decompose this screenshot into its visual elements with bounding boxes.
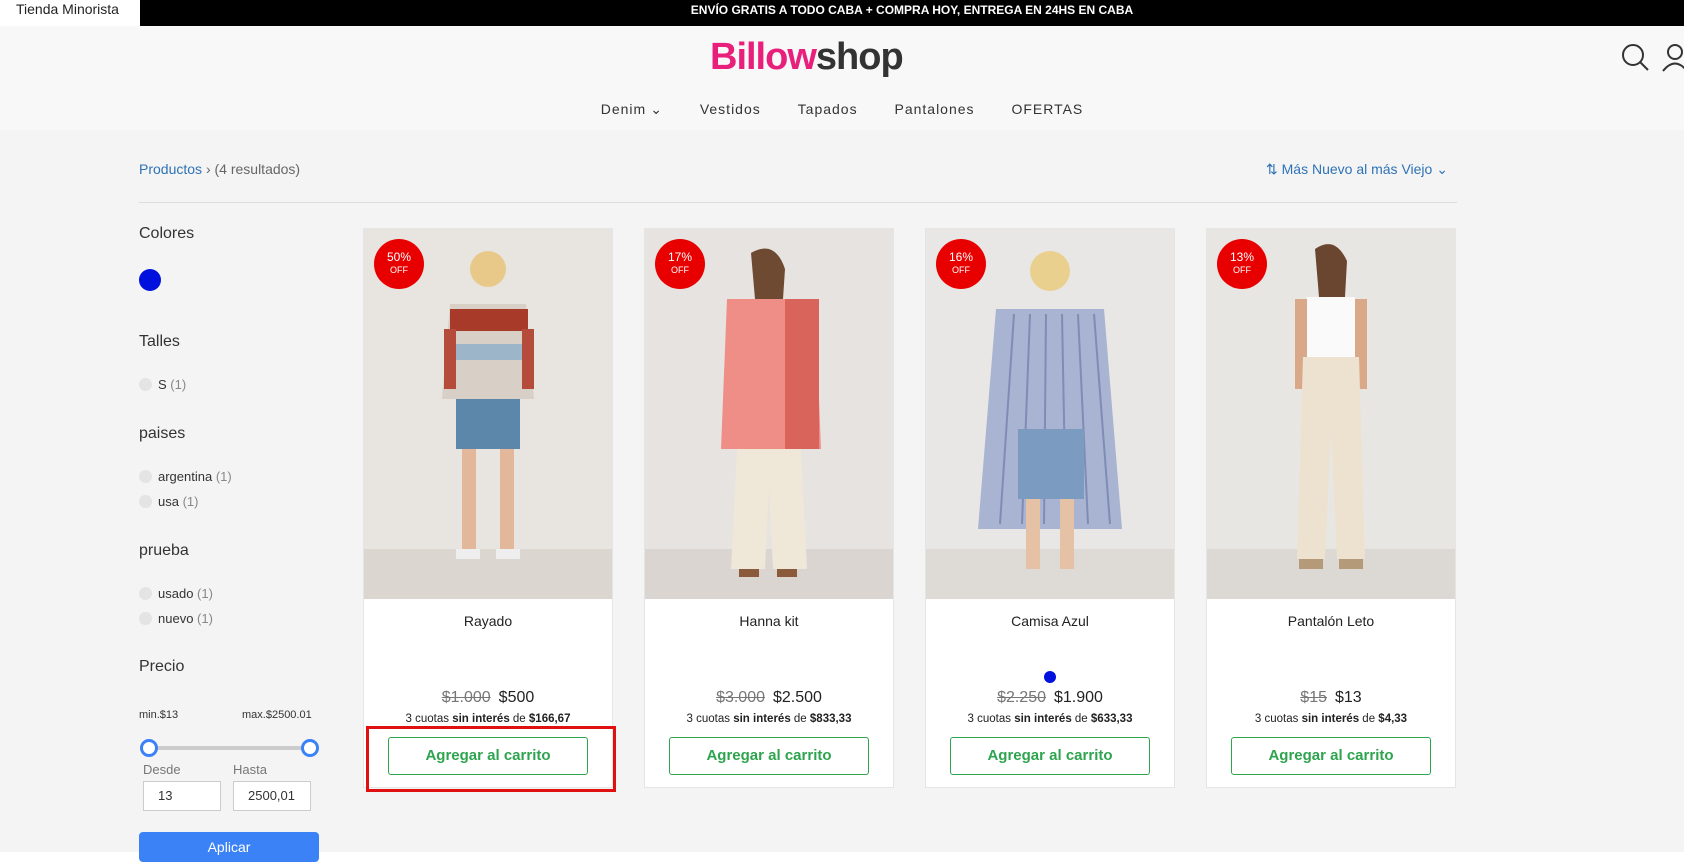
- price-slider-max-handle[interactable]: [301, 739, 319, 757]
- installments: 3 cuotas sin interés de $4,33: [1254, 713, 1408, 725]
- nav-tapados[interactable]: Tapados: [798, 101, 858, 117]
- nav-pantalones[interactable]: Pantalones: [894, 101, 974, 117]
- price: $2.500: [773, 689, 822, 706]
- installments: 3 cuotas sin interés de $633,33: [967, 713, 1133, 725]
- hasta-label: Hasta: [233, 762, 267, 777]
- price: $1.900: [1054, 689, 1103, 706]
- filter-option-usa[interactable]: usa (1): [139, 494, 198, 509]
- nav-vestidos[interactable]: Vestidos: [700, 101, 761, 117]
- installments: 3 cuotas sin interés de $833,33: [686, 713, 852, 725]
- chevron-down-icon: ⌄: [650, 101, 663, 117]
- product-name[interactable]: Rayado: [364, 613, 612, 629]
- price-slider-track[interactable]: [147, 746, 309, 750]
- old-price: $1.000: [441, 689, 491, 706]
- site-header: Billowshop Denim ⌄ Vestidos Tapados Panta…: [0, 26, 1684, 130]
- product-card-rayado[interactable]: 50% OFF Rayado $1.000 $500 3 cuotas sin in…: [363, 228, 613, 788]
- old-price: $2.250: [997, 689, 1046, 706]
- divider: [139, 202, 1457, 203]
- radio[interactable]: [139, 495, 152, 508]
- breadcrumb-productos[interactable]: Productos: [139, 161, 202, 177]
- desde-label: Desde: [143, 762, 181, 777]
- discount-badge: 13% OFF: [1217, 239, 1267, 289]
- promo-text: ENVÍO GRATIS A TODO CABA + COMPRA HOY, E…: [690, 3, 1134, 17]
- product-name[interactable]: Camisa Azul: [926, 613, 1174, 629]
- user-icon[interactable]: [1660, 42, 1684, 72]
- radio[interactable]: [139, 470, 152, 483]
- filter-option-usado[interactable]: usado (1): [139, 586, 213, 601]
- add-to-cart-button[interactable]: Agregar al carrito: [669, 737, 869, 775]
- product-prices: $1.000 $500: [364, 689, 612, 707]
- radio[interactable]: [139, 587, 152, 600]
- filter-title-paises: paises: [139, 425, 186, 442]
- product-name[interactable]: Hanna kit: [645, 613, 893, 629]
- radio[interactable]: [139, 612, 152, 625]
- price-slider-min-handle[interactable]: [140, 739, 158, 757]
- filter-title-colores: Colores: [139, 225, 195, 242]
- discount-badge: 17% OFF: [655, 239, 705, 289]
- product-prices: $3.000 $2.500: [645, 689, 893, 707]
- nav-denim[interactable]: Denim ⌄: [601, 101, 663, 118]
- filter-option-argentina[interactable]: argentina (1): [139, 469, 232, 484]
- search-icon[interactable]: [1620, 42, 1650, 72]
- product-card-pantalon-leto[interactable]: 13% OFF Pantalón Leto $15 $13 3 cuotas sin…: [1206, 228, 1456, 788]
- add-to-cart-button[interactable]: Agregar al carrito: [1231, 737, 1431, 775]
- add-to-cart-button[interactable]: Agregar al carrito: [950, 737, 1150, 775]
- top-announcement-bar: Tienda Minorista ENVÍO GRATIS A TODO CAB…: [0, 0, 1684, 26]
- price-max-label: max.$2500.01: [242, 709, 312, 721]
- product-name[interactable]: Pantalón Leto: [1207, 613, 1455, 629]
- filter-option-talle-s[interactable]: S (1): [139, 377, 186, 392]
- price: $500: [498, 689, 535, 706]
- discount-badge: 16% OFF: [936, 239, 986, 289]
- installments: 3 cuotas sin interés de $166,67: [405, 713, 571, 725]
- color-swatch-blue[interactable]: [1044, 671, 1056, 683]
- nav-ofertas[interactable]: OFERTAS: [1011, 101, 1083, 117]
- chevron-down-icon: ⌄: [1436, 161, 1448, 177]
- sort-icon: ⇅: [1266, 161, 1278, 177]
- logo[interactable]: Billowshop: [710, 36, 904, 79]
- main-content: Productos › (4 resultados) ⇅ Más Nuevo a…: [0, 130, 1684, 862]
- hasta-input[interactable]: 2500,01: [233, 781, 311, 811]
- filter-title-prueba: prueba: [139, 542, 189, 559]
- color-swatch-blue[interactable]: [139, 269, 161, 291]
- breadcrumb: Productos › (4 resultados): [139, 161, 301, 177]
- product-prices: $15 $13: [1207, 689, 1455, 707]
- apply-button[interactable]: Aplicar: [139, 832, 319, 862]
- filter-title-talles: Talles: [139, 333, 180, 350]
- radio[interactable]: [139, 378, 152, 391]
- product-card-camisa-azul[interactable]: 16% OFF Camisa Azul $2.250 $1.900 3 cuotas…: [925, 228, 1175, 788]
- filter-title-precio: Precio: [139, 658, 185, 675]
- product-prices: $2.250 $1.900: [926, 689, 1174, 707]
- highlight-box: [366, 726, 616, 792]
- desde-input[interactable]: 13: [143, 781, 221, 811]
- main-nav: Denim ⌄ Vestidos Tapados Pantalones OFERT…: [0, 101, 1684, 118]
- sort-dropdown[interactable]: ⇅ Más Nuevo al más Viejo ⌄: [1266, 161, 1448, 178]
- discount-badge: 50% OFF: [374, 239, 424, 289]
- old-price: $15: [1300, 689, 1327, 706]
- price: $13: [1335, 689, 1362, 706]
- results-count: (4 resultados): [214, 161, 301, 177]
- filter-option-nuevo[interactable]: nuevo (1): [139, 611, 213, 626]
- product-card-hanna-kit[interactable]: 17% OFF Hanna kit $3.000 $2.500 3 cuotas s…: [644, 228, 894, 788]
- price-min-label: min.$13: [139, 709, 179, 721]
- store-tab[interactable]: Tienda Minorista: [0, 0, 140, 26]
- old-price: $3.000: [716, 689, 765, 706]
